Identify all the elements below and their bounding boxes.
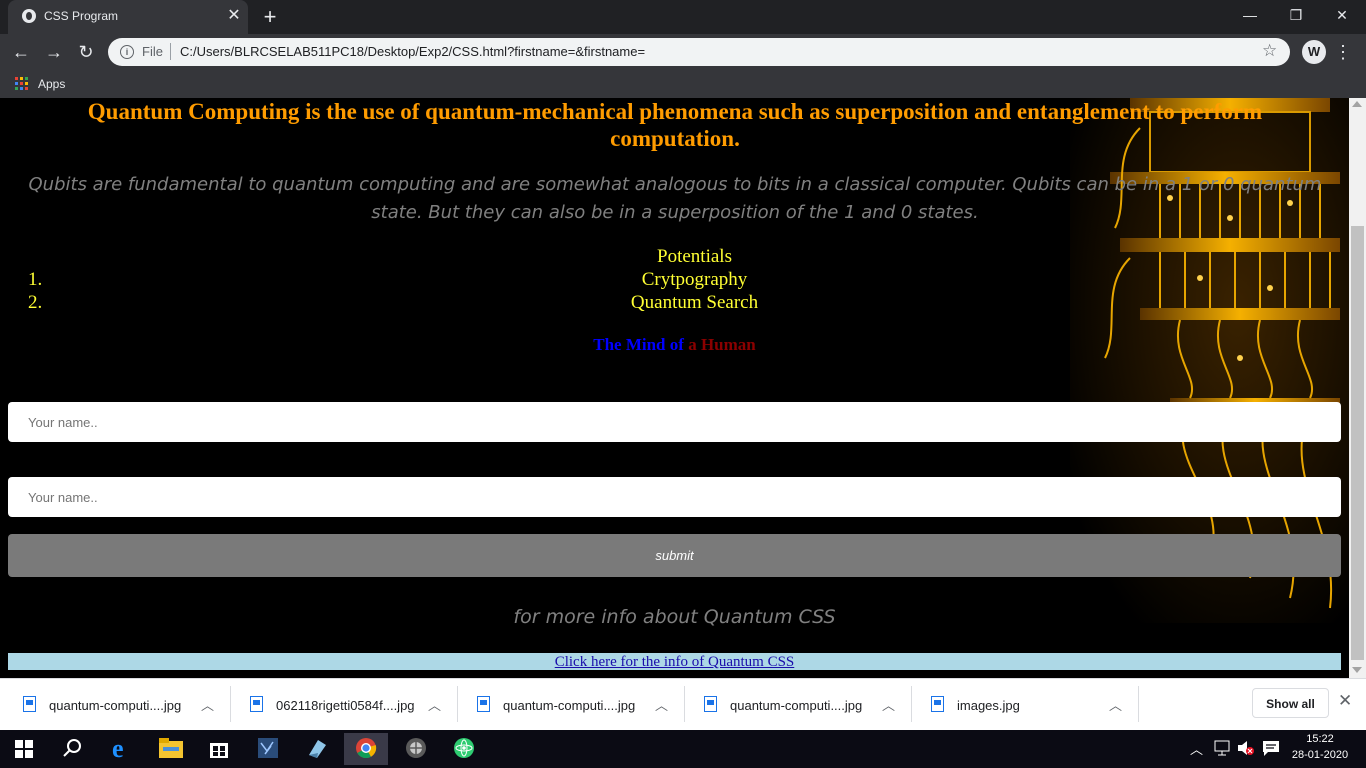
info-icon[interactable]: i [120, 45, 134, 59]
page-content: Quantum Computing is the use of quantum-… [0, 98, 1349, 678]
chevron-up-icon[interactable]: ︿ [882, 695, 895, 714]
qubits-paragraph: Qubits are fundamental to quantum comput… [28, 174, 1322, 223]
edge-icon[interactable]: e [112, 734, 124, 764]
close-downloads-icon[interactable]: ✕ [1338, 691, 1352, 711]
store-icon[interactable] [208, 737, 230, 759]
download-filename: quantum-computi....jpg [503, 698, 636, 713]
mind-text-blue: The Mind of [593, 335, 684, 354]
download-filename: quantum-computi....jpg [49, 698, 182, 713]
apps-bookmark[interactable]: Apps [38, 77, 65, 91]
globe-icon [22, 9, 36, 23]
download-separator [684, 686, 685, 722]
download-separator [911, 686, 912, 722]
download-filename: images.jpg [957, 698, 1020, 713]
new-tab-button[interactable]: + [257, 4, 283, 30]
chrome-icon[interactable] [355, 737, 377, 759]
bookmark-star-icon[interactable]: ☆ [1262, 41, 1277, 61]
close-window-icon[interactable]: ✕ [1319, 0, 1365, 30]
image-file-icon [23, 696, 36, 712]
image-file-icon [704, 696, 717, 712]
download-item[interactable]: quantum-computi....jpg ︿ [704, 678, 904, 730]
url-text[interactable]: C:/Users/BLRCSELAB511PC18/Desktop/Exp2/C… [180, 44, 645, 59]
apps-grid-icon[interactable] [15, 77, 29, 91]
tab-title: CSS Program [44, 9, 119, 23]
chevron-up-icon[interactable]: ︿ [428, 695, 441, 714]
search-icon[interactable] [63, 738, 83, 758]
page-heading: Quantum Computing is the use of quantum-… [87, 99, 1263, 151]
download-filename: quantum-computi....jpg [730, 698, 863, 713]
notepad-icon[interactable] [306, 737, 328, 759]
scroll-up-icon[interactable] [1352, 101, 1362, 107]
profile-avatar-icon[interactable]: W [1302, 40, 1326, 64]
volume-muted-icon[interactable] [1237, 740, 1255, 756]
image-file-icon [477, 696, 490, 712]
restore-icon[interactable]: ❐ [1273, 0, 1319, 30]
url-scheme: File [142, 44, 163, 59]
minimize-icon[interactable]: — [1227, 0, 1273, 30]
app-globe-icon[interactable] [405, 737, 427, 759]
name-field-2[interactable] [8, 477, 1341, 517]
quantum-css-link[interactable]: Click here for the info of Quantum CSS [555, 654, 795, 670]
list-item: Quantum Search [630, 292, 759, 313]
windows-taskbar [0, 730, 1366, 768]
download-separator [230, 686, 231, 722]
download-item[interactable]: quantum-computi....jpg ︿ [477, 678, 677, 730]
scrollbar-thumb[interactable] [1351, 226, 1364, 660]
bookmarks-bar [0, 70, 1366, 98]
name-input-1[interactable] [8, 402, 1341, 442]
forward-icon[interactable]: → [41, 39, 67, 65]
image-file-icon [250, 696, 263, 712]
back-icon[interactable]: ← [8, 39, 34, 65]
notification-icon[interactable] [1262, 739, 1280, 757]
browser-tab[interactable]: CSS Program ✕ [8, 0, 248, 34]
image-file-icon [931, 696, 944, 712]
close-tab-icon[interactable]: ✕ [224, 5, 244, 27]
browser-menu-icon[interactable]: ⋮ [1334, 40, 1352, 64]
chevron-up-icon[interactable]: ︿ [201, 695, 214, 714]
url-separator [170, 43, 171, 60]
windows-start-icon[interactable] [15, 740, 33, 758]
show-all-button[interactable]: Show all [1252, 688, 1329, 718]
app-diagram-icon[interactable] [257, 737, 279, 759]
download-item[interactable]: images.jpg ︿ [931, 678, 1131, 730]
reload-icon[interactable]: ↻ [73, 39, 99, 65]
atom-app-icon[interactable] [453, 737, 475, 759]
chevron-up-icon[interactable]: ︿ [1109, 695, 1122, 714]
download-item[interactable]: 062118rigetti0584f....jpg ︿ [250, 678, 450, 730]
chevron-up-icon[interactable]: ︿ [655, 695, 668, 714]
download-filename: 062118rigetti0584f....jpg [276, 698, 415, 713]
network-icon[interactable] [1214, 740, 1232, 756]
file-explorer-icon[interactable] [159, 738, 183, 758]
download-item[interactable]: quantum-computi....jpg ︿ [23, 678, 223, 730]
clock-date[interactable]: 28-01-2020 [1290, 749, 1350, 761]
list-title: Potentials [657, 246, 732, 267]
download-separator [1138, 686, 1139, 722]
download-separator [457, 686, 458, 722]
clock-time[interactable]: 15:22 [1290, 733, 1350, 745]
mind-text-red: a Human [688, 335, 756, 354]
name-field-1[interactable] [8, 402, 1341, 442]
mind-heading: The Mind of a Human [0, 335, 1349, 355]
submit-button[interactable]: submit [8, 534, 1341, 577]
list-item: Crytpography [641, 269, 748, 290]
info-link-bar: Click here for the info of Quantum CSS [8, 653, 1341, 670]
more-info-text: for more info about Quantum CSS [513, 606, 836, 628]
tray-chevron-up-icon[interactable]: ︿ [1190, 739, 1203, 758]
name-input-2[interactable] [8, 477, 1341, 517]
scroll-down-icon[interactable] [1352, 667, 1362, 673]
